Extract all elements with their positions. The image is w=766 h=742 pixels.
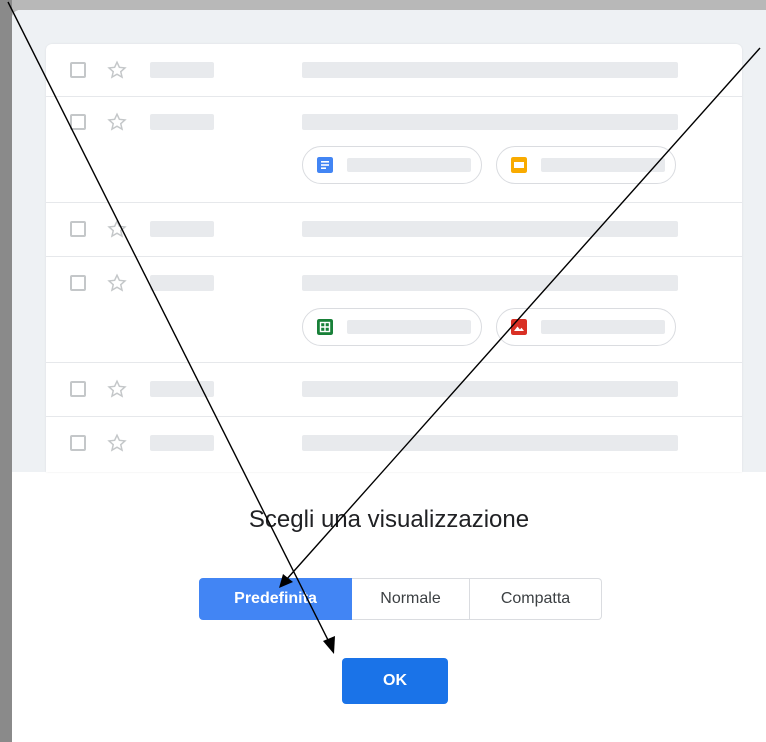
sheets-icon bbox=[317, 319, 333, 335]
list-item bbox=[46, 96, 742, 203]
star-icon bbox=[107, 219, 127, 238]
star-icon bbox=[107, 112, 127, 131]
list-item bbox=[46, 256, 742, 363]
attachment-name-placeholder bbox=[541, 158, 665, 172]
star-icon bbox=[107, 273, 127, 292]
image-icon bbox=[511, 319, 527, 335]
background-window-edge bbox=[0, 0, 12, 742]
slides-icon bbox=[511, 157, 527, 173]
attachment-chip bbox=[496, 146, 676, 184]
checkbox-icon bbox=[70, 275, 86, 291]
checkbox-icon bbox=[70, 62, 86, 78]
density-dialog: Scegli una visualizzazione Predefinita N… bbox=[12, 10, 766, 742]
attachment-chip bbox=[302, 308, 482, 346]
list-item bbox=[46, 44, 742, 97]
inbox-preview bbox=[12, 10, 766, 472]
subject-placeholder bbox=[302, 114, 678, 130]
subject-placeholder bbox=[302, 435, 678, 451]
attachment-name-placeholder bbox=[347, 158, 471, 172]
checkbox-icon bbox=[70, 435, 86, 451]
view-options: Predefinita Normale Compatta bbox=[199, 578, 602, 620]
sender-placeholder bbox=[150, 275, 214, 291]
attachment-name-placeholder bbox=[541, 320, 665, 334]
checkbox-icon bbox=[70, 381, 86, 397]
list-item bbox=[46, 202, 742, 257]
sender-placeholder bbox=[150, 114, 214, 130]
dialog-title: Scegli una visualizzazione bbox=[248, 506, 530, 533]
attachment-chip bbox=[302, 146, 482, 184]
sender-placeholder bbox=[150, 381, 214, 397]
sender-placeholder bbox=[150, 435, 214, 451]
docs-icon bbox=[317, 157, 333, 173]
view-option-predefinita[interactable]: Predefinita bbox=[199, 578, 352, 620]
subject-placeholder bbox=[302, 381, 678, 397]
star-icon bbox=[107, 433, 127, 452]
inbox-preview-card bbox=[46, 44, 742, 472]
ok-button[interactable]: OK bbox=[342, 658, 448, 704]
checkbox-icon bbox=[70, 114, 86, 130]
sender-placeholder bbox=[150, 221, 214, 237]
view-option-normale[interactable]: Normale bbox=[352, 578, 470, 620]
subject-placeholder bbox=[302, 275, 678, 291]
view-option-compatta[interactable]: Compatta bbox=[470, 578, 602, 620]
subject-placeholder bbox=[302, 221, 678, 237]
list-item bbox=[46, 416, 742, 472]
star-icon bbox=[107, 60, 127, 79]
attachment-name-placeholder bbox=[347, 320, 471, 334]
subject-placeholder bbox=[302, 62, 678, 78]
sender-placeholder bbox=[150, 62, 214, 78]
checkbox-icon bbox=[70, 221, 86, 237]
list-item bbox=[46, 362, 742, 417]
attachment-chip bbox=[496, 308, 676, 346]
star-icon bbox=[107, 379, 127, 398]
